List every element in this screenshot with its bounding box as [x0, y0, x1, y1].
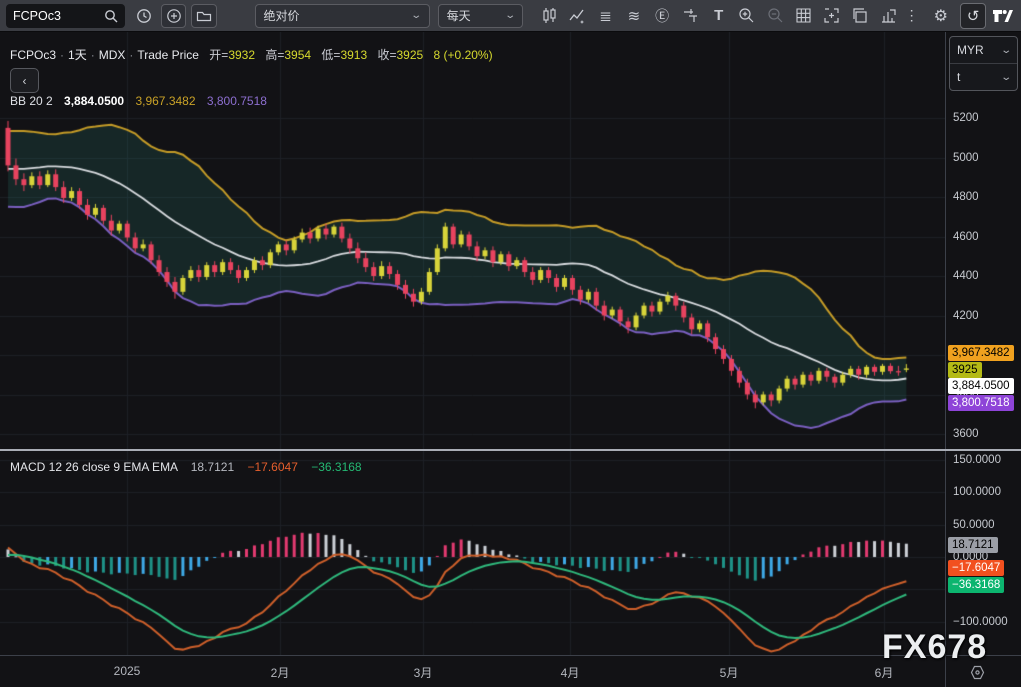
zoom-out-icon[interactable] [764, 4, 787, 28]
clock-icon[interactable] [133, 4, 156, 28]
chevron-down-icon: ⌄ [999, 71, 1012, 83]
macd-tick-label: 150.0000 [953, 453, 1001, 466]
unit-value: t [957, 70, 961, 84]
snapshot-icon[interactable] [820, 4, 843, 28]
patterns-icon[interactable]: ≋ [622, 4, 645, 28]
price-tick-label: 4800 [953, 191, 979, 203]
tradingview-logo[interactable] [992, 4, 1015, 28]
macd-signal-value: −36.3168 [311, 460, 362, 474]
legend-low: 3913 [340, 48, 368, 62]
currency-value: MYR [957, 43, 984, 57]
price-tick-label: 3600 [953, 428, 979, 440]
chevron-down-icon: ⌄ [504, 10, 517, 21]
bb-title: BB 20 2 [10, 94, 53, 108]
chevron-down-icon: ⌄ [999, 44, 1012, 56]
currency-dropdown[interactable]: MYR ⌄ [950, 37, 1017, 64]
text-tool-icon[interactable]: T [707, 4, 730, 28]
macd-title: MACD 12 26 close 9 EMA EMA [10, 460, 178, 474]
undo-button[interactable]: ↺ [960, 2, 986, 29]
compare-icon[interactable] [679, 4, 702, 28]
interval-value: 每天 [446, 9, 471, 23]
price-tick-label: 4600 [953, 230, 979, 243]
macd-histogram-value: 18.7121 [190, 460, 235, 474]
bb-lower-value: 3,800.7518 [206, 94, 267, 108]
bollinger-legend: BB 20 2 3,884.0500 3,967.3482 3,800.7518 [10, 94, 267, 108]
chevron-down-icon: ⌄ [410, 10, 423, 21]
candlestick-style-icon[interactable] [537, 4, 560, 28]
events-icon[interactable]: Ⓔ [650, 4, 673, 28]
price-type-value: 绝对价 [263, 9, 300, 23]
price-type-dropdown[interactable]: 绝对价 ⌄ [254, 3, 430, 28]
legend-exchange: MDX [98, 48, 126, 62]
macd-tick-label: 100.0000 [953, 486, 1001, 499]
top-toolbar: FCPOc3 绝对价 ⌄ 每天 ⌄ ≣ ≋ Ⓔ T ⋮ ⚙ ↺ [0, 0, 1021, 32]
macd-line-value: −17.6047 [247, 460, 298, 474]
symbol-legend: FCPOc3 · 1天 · MDX · Trade Price 开=3932 高=3954 … [10, 48, 493, 62]
indicators-icon[interactable] [566, 4, 589, 28]
unit-dropdown[interactable]: t ⌄ [950, 64, 1017, 90]
zoom-in-icon[interactable] [735, 4, 758, 28]
folder-icon [196, 11, 211, 21]
symbol-search-input[interactable]: FCPOc3 [6, 3, 125, 28]
search-icon [104, 9, 118, 22]
layers-icon[interactable]: ≣ [594, 4, 617, 28]
collapse-legend-button[interactable]: ‹ [10, 68, 39, 93]
legend-high: 3954 [284, 48, 312, 62]
watermark: FX678 [882, 628, 988, 666]
settings-gear-icon[interactable]: ⚙ [929, 4, 952, 28]
price-badge: 3,800.7518 [948, 394, 1014, 411]
price-tick-label: 4200 [953, 309, 979, 322]
bb-basis-value: 3,884.0500 [64, 94, 125, 108]
macd-tick-label: 50.0000 [953, 518, 995, 531]
price-chart-canvas[interactable] [0, 32, 945, 655]
time-axis[interactable]: 2025 2月 3月 4月 5月 6月 [0, 655, 1021, 687]
grid-icon[interactable] [792, 4, 815, 28]
legend-open: 3932 [228, 48, 256, 62]
macd-badge: 18.7121 [948, 536, 998, 553]
price-axis[interactable]: MYR ⌄ t ⌄ 520050004800460044004200400038… [945, 32, 1021, 655]
undo-icon: ↺ [966, 7, 980, 25]
macd-badge: −36.3168 [948, 577, 1005, 594]
price-tick-label: 4400 [953, 270, 979, 282]
chevron-left-icon: ‹ [22, 73, 27, 88]
add-circle-icon [166, 8, 181, 23]
bb-upper-value: 3,967.3482 [135, 94, 196, 108]
time-label: 5月 [719, 666, 739, 680]
macd-badge: −17.6047 [948, 560, 1005, 577]
time-label: 2025 [113, 664, 141, 678]
legend-interval: 1天 [68, 48, 87, 62]
time-label: 3月 [413, 666, 433, 680]
watchlist-folder-button[interactable] [191, 3, 217, 28]
macd-legend: MACD 12 26 close 9 EMA EMA 18.7121 −17.6… [10, 460, 362, 474]
stats-icon[interactable] [877, 4, 900, 28]
interval-dropdown[interactable]: 每天 ⌄ [437, 3, 524, 28]
legend-change: 8 (+0.20%) [433, 48, 493, 62]
time-label: 4月 [560, 666, 580, 680]
axis-unit-selector: MYR ⌄ t ⌄ [949, 36, 1018, 91]
price-badge: 3,884.0500 [948, 378, 1014, 395]
price-tick-label: 5200 [953, 112, 979, 124]
legend-close: 3925 [396, 48, 424, 62]
pane-divider[interactable] [0, 449, 1021, 451]
symbol-text: FCPOc3 [13, 8, 61, 23]
add-symbol-button[interactable] [160, 3, 187, 28]
copy-icon[interactable] [848, 4, 871, 28]
trading-app: FCPOc3 绝对价 ⌄ 每天 ⌄ ≣ ≋ Ⓔ T ⋮ ⚙ ↺ FCPOc3 ·… [0, 0, 1021, 687]
more-icon[interactable]: ⋮ [900, 4, 923, 28]
price-badge: 3,967.3482 [948, 345, 1014, 362]
macd-tick-label: −100.0000 [953, 615, 1008, 628]
legend-series: Trade Price [137, 48, 199, 62]
legend-symbol: FCPOc3 [10, 48, 57, 62]
time-label: 2月 [270, 666, 290, 680]
price-tick-label: 5000 [953, 151, 979, 164]
price-badge: 3925 [948, 361, 982, 378]
